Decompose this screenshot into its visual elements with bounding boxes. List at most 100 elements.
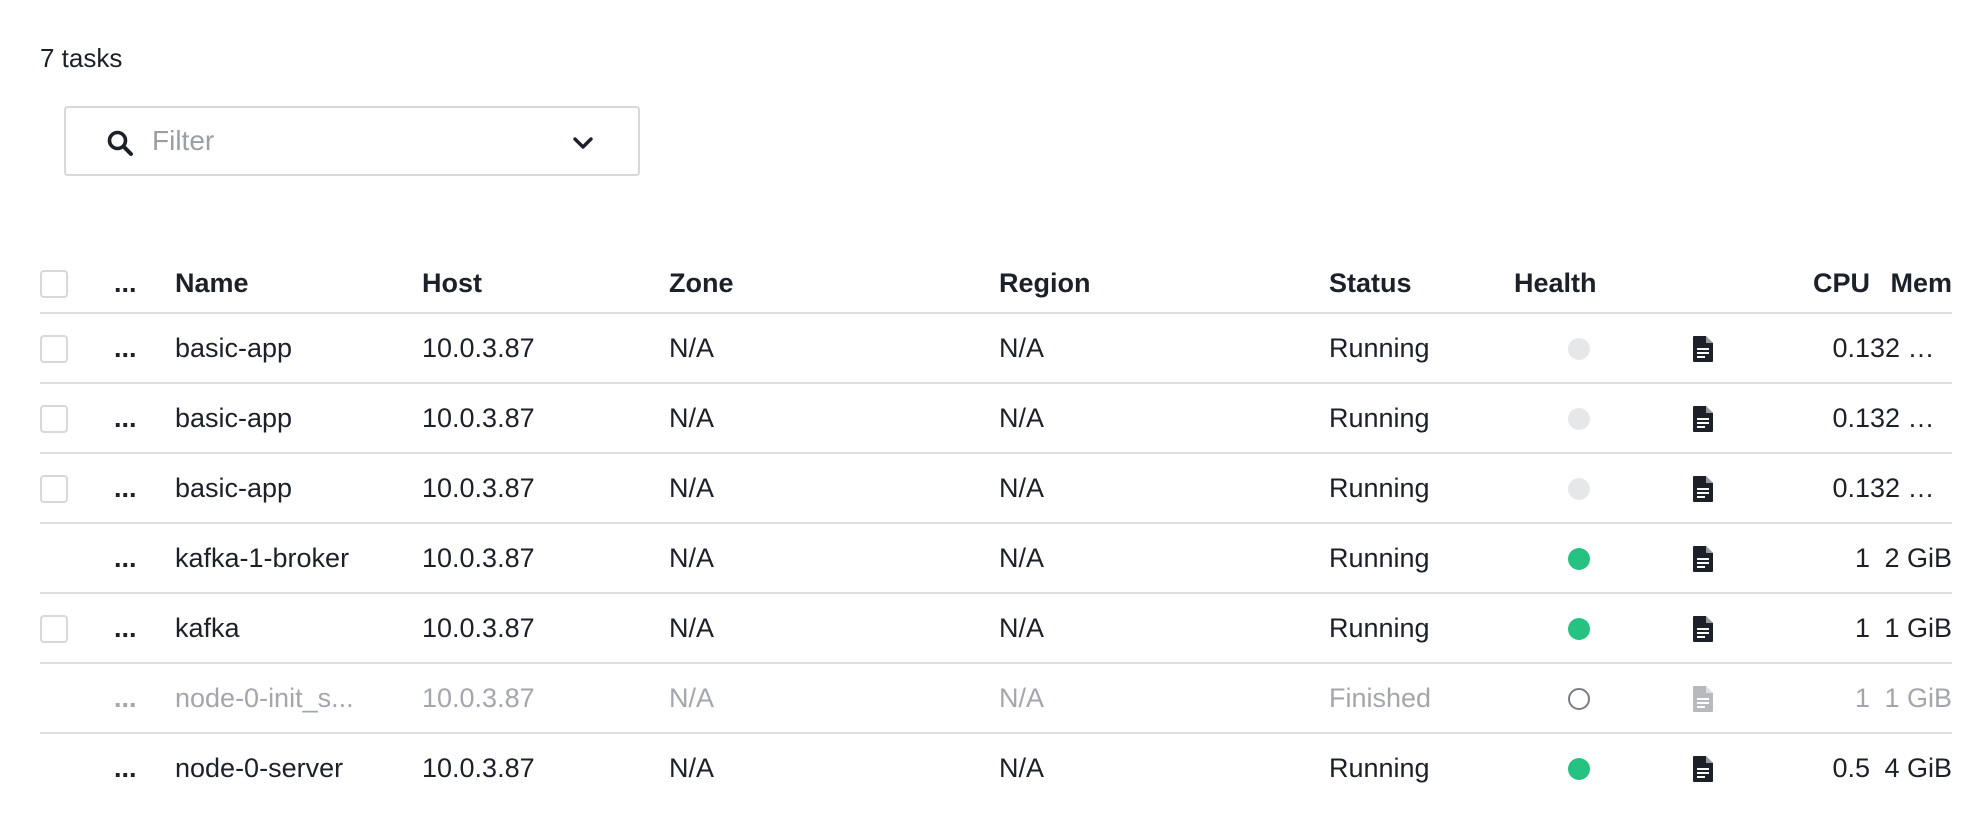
task-mem: 2 GiB (1870, 523, 1952, 594)
row-more-button[interactable]: ... (114, 383, 175, 454)
task-status: Finished (1329, 663, 1514, 734)
task-count: 7 tasks (40, 43, 123, 73)
task-host: 10.0.3.87 (422, 752, 535, 783)
table-row: ... basic-app 10.0.3.87 N/A N/A Running … (40, 453, 1952, 524)
row-more-button[interactable]: ... (114, 453, 175, 524)
task-health (1514, 523, 1644, 594)
table-row: ... node-0-server 10.0.3.87 N/A N/A Runn… (40, 733, 1952, 802)
task-host: 10.0.3.87 (422, 523, 669, 594)
task-name[interactable]: node-0-server (175, 733, 422, 802)
task-host: 10.0.3.87 (422, 663, 669, 734)
task-name[interactable]: basic-app (175, 383, 422, 454)
task-logs-cell (1644, 523, 1762, 594)
column-header-logs (1644, 254, 1762, 314)
task-name[interactable]: kafka (175, 593, 422, 664)
task-health (1514, 663, 1644, 734)
task-health (1514, 383, 1644, 454)
task-zone: N/A (669, 523, 999, 594)
task-region: N/A (999, 523, 1329, 594)
task-region: N/A (999, 453, 1329, 524)
task-region: N/A (999, 663, 1329, 734)
column-header-mem[interactable]: Mem (1870, 254, 1952, 314)
search-icon (107, 130, 133, 156)
document-icon[interactable] (1692, 335, 1714, 363)
column-header-zone[interactable]: Zone (669, 254, 999, 314)
column-header-region[interactable]: Region (999, 254, 1329, 314)
task-cpu: 1 (1762, 663, 1870, 734)
row-checkbox[interactable] (40, 615, 68, 644)
row-more-button[interactable]: ... (114, 593, 175, 664)
column-header-host[interactable]: Host (422, 254, 669, 314)
document-icon[interactable] (1692, 685, 1714, 713)
task-health (1514, 733, 1644, 802)
task-health (1514, 313, 1644, 384)
document-icon[interactable] (1692, 405, 1714, 433)
row-select-cell (40, 663, 114, 734)
task-region: N/A (999, 383, 1329, 454)
column-header-name[interactable]: Name (175, 254, 422, 314)
column-header-status[interactable]: Status (1329, 254, 1514, 314)
health-healthy-dot (1568, 758, 1590, 781)
task-health (1514, 453, 1644, 524)
task-status: Running (1329, 523, 1514, 594)
task-name[interactable]: basic-app (175, 453, 422, 524)
task-zone: N/A (669, 663, 999, 734)
task-status: Running (1329, 383, 1514, 454)
task-logs-cell (1644, 733, 1762, 802)
task-logs-cell (1644, 453, 1762, 524)
task-logs-cell (1644, 663, 1762, 734)
row-more-button[interactable]: ... (114, 733, 175, 802)
task-name[interactable]: basic-app (175, 313, 422, 384)
table-row: ... node-0-init_s... 10.0.3.87 N/A N/A F… (40, 663, 1952, 734)
table-header-row: ... Name Host Zone Region Status Health … (40, 254, 1952, 314)
row-select-cell (40, 383, 114, 454)
task-host: 10.0.3.87 (422, 593, 669, 664)
task-name[interactable]: kafka-1-broker (175, 523, 422, 594)
row-select-cell (40, 593, 114, 664)
task-mem: 4 GiB (1884, 752, 1952, 783)
task-status: Running (1329, 593, 1514, 664)
task-zone: N/A (669, 453, 999, 524)
task-host: 10.0.3.87 (422, 383, 669, 454)
row-checkbox[interactable] (40, 335, 68, 364)
filter-box[interactable] (64, 106, 640, 176)
task-mem: 1 GiB (1870, 593, 1952, 664)
task-cpu: 0.1 (1762, 453, 1870, 524)
task-host: 10.0.3.87 (422, 453, 669, 524)
health-healthy-dot (1568, 618, 1590, 641)
row-more-button[interactable]: ... (114, 663, 175, 734)
table-row: ... kafka 10.0.3.87 N/A N/A Running 1 1 … (40, 593, 1952, 664)
task-region: N/A (999, 752, 1045, 783)
row-more-button[interactable]: ... (114, 523, 175, 594)
filter-input[interactable] (152, 118, 552, 164)
column-header-cpu[interactable]: CPU (1762, 254, 1870, 314)
column-header-health[interactable]: Health (1514, 254, 1644, 314)
health-unknown-dot (1568, 478, 1590, 501)
task-status: Running (1329, 313, 1514, 384)
task-logs-cell (1644, 313, 1762, 384)
task-mem: 32 MiB (1870, 313, 1952, 384)
task-mem: 32 MiB (1870, 383, 1952, 454)
task-status: Running (1329, 453, 1514, 524)
chevron-down-icon[interactable] (570, 130, 596, 156)
row-checkbox[interactable] (40, 475, 68, 504)
table-row: ... basic-app 10.0.3.87 N/A N/A Running … (40, 383, 1952, 454)
task-health (1514, 593, 1644, 664)
row-select-cell (40, 453, 114, 524)
task-cpu: 1 (1762, 593, 1870, 664)
select-all-checkbox[interactable] (40, 270, 68, 299)
task-logs-cell (1644, 593, 1762, 664)
row-checkbox[interactable] (40, 405, 68, 434)
task-logs-cell (1644, 383, 1762, 454)
health-healthy-dot (1568, 548, 1590, 571)
document-icon[interactable] (1692, 545, 1714, 573)
document-icon[interactable] (1692, 475, 1714, 503)
select-all-cell (40, 254, 114, 314)
document-icon[interactable] (1692, 615, 1714, 643)
table-row: ... kafka-1-broker 10.0.3.87 N/A N/A Run… (40, 523, 1952, 594)
task-zone: N/A (669, 383, 999, 454)
task-name[interactable]: node-0-init_s... (175, 663, 422, 734)
row-more-button[interactable]: ... (114, 313, 175, 384)
document-icon[interactable] (1692, 755, 1714, 783)
task-zone: N/A (669, 752, 715, 783)
